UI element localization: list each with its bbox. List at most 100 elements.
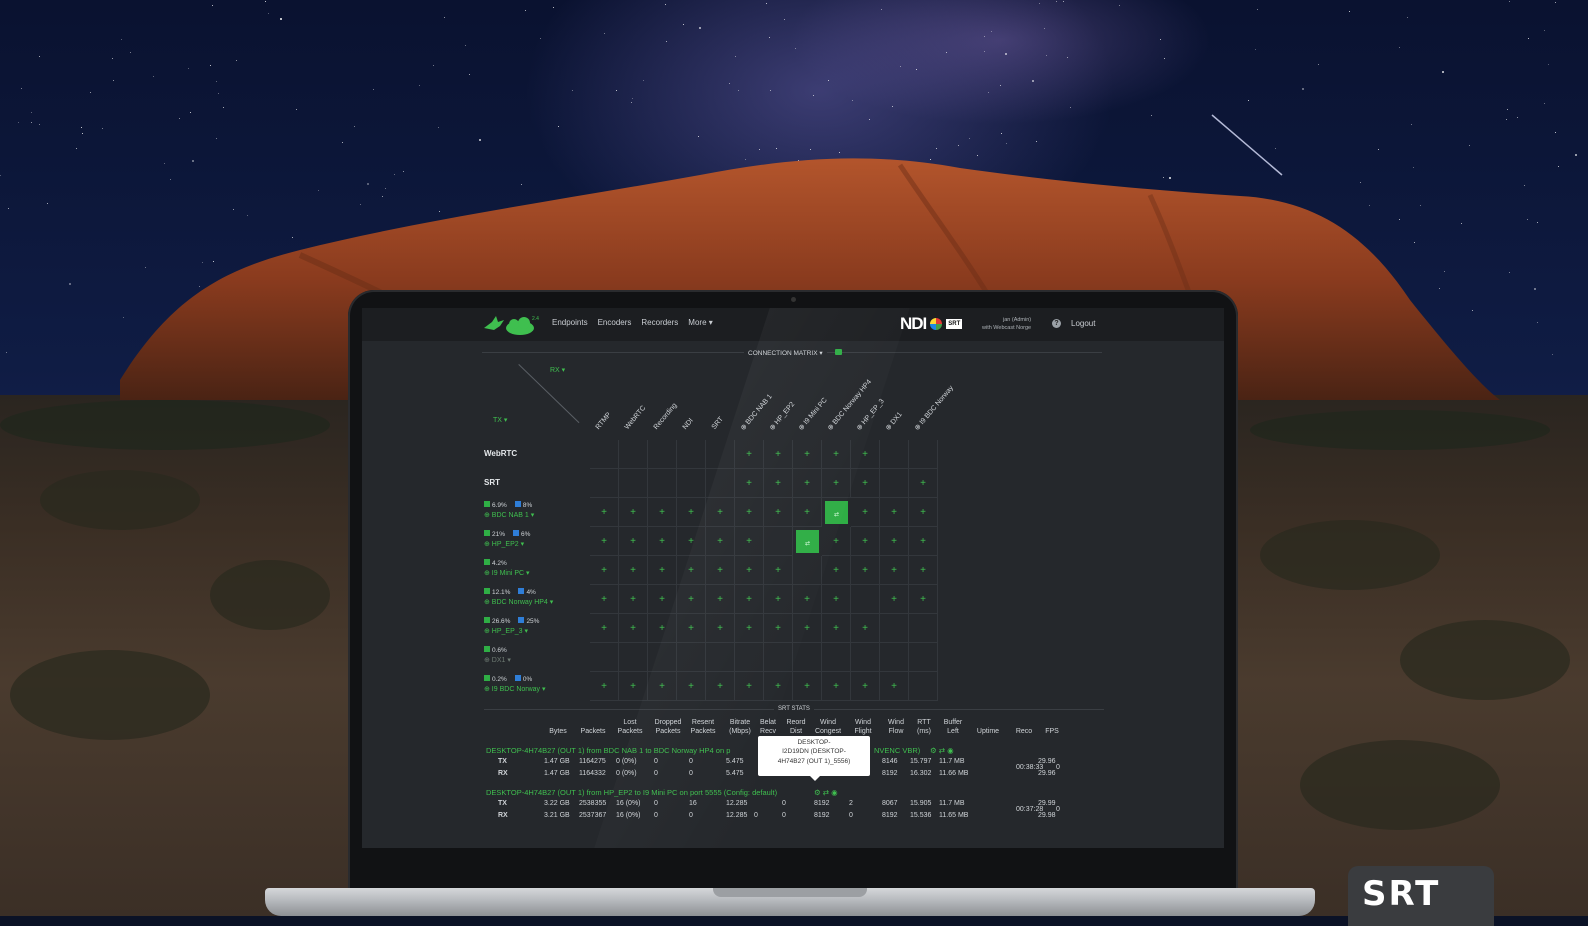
- matrix-row-header[interactable]: 0.6% ⊕ DX1 ▾: [484, 646, 576, 664]
- tx-dropdown[interactable]: TX ▾: [493, 416, 507, 424]
- matrix-cell-connect-button[interactable]: +: [909, 585, 938, 614]
- matrix-cell-connect-button[interactable]: +: [822, 469, 851, 498]
- matrix-cell-connect-button[interactable]: +: [822, 527, 851, 556]
- matrix-cell-connect-button[interactable]: +: [735, 527, 764, 556]
- matrix-cell-connect-button[interactable]: +: [851, 614, 880, 643]
- srt-stream-title[interactable]: DESKTOP-4H74B27 (OUT 1) from BDC NAB 1 t…: [486, 746, 730, 755]
- matrix-cell-connect-button[interactable]: +: [677, 585, 706, 614]
- matrix-cell-connect-button[interactable]: +: [590, 556, 619, 585]
- matrix-cell-connect-button[interactable]: +: [619, 527, 648, 556]
- endpoint-dropdown[interactable]: ⊕ I9 Mini PC ▾: [484, 569, 576, 577]
- matrix-cell-connect-button[interactable]: +: [909, 469, 938, 498]
- matrix-cell-connect-button[interactable]: +: [677, 672, 706, 701]
- matrix-column-header[interactable]: ⊕ DX1: [884, 410, 904, 432]
- endpoint-dropdown[interactable]: ⊕ BDC NAB 1 ▾: [484, 511, 576, 519]
- endpoint-dropdown[interactable]: ⊕ HP_EP_3 ▾: [484, 627, 576, 635]
- matrix-cell-connect-button[interactable]: +: [880, 585, 909, 614]
- matrix-cell-connect-button[interactable]: +: [851, 672, 880, 701]
- matrix-cell-connect-button[interactable]: +: [619, 556, 648, 585]
- endpoint-dropdown[interactable]: ⊕ I9 BDC Norway ▾: [484, 685, 576, 693]
- matrix-cell-connect-button[interactable]: +: [648, 672, 677, 701]
- matrix-row-header[interactable]: 0.2% 0% ⊕ I9 BDC Norway ▾: [484, 675, 576, 693]
- matrix-cell-connect-button[interactable]: +: [764, 556, 793, 585]
- matrix-cell-connect-button[interactable]: +: [764, 585, 793, 614]
- matrix-cell-connect-button[interactable]: +: [822, 556, 851, 585]
- matrix-cell-active-connection[interactable]: ⇄: [822, 498, 851, 527]
- matrix-cell-connect-button[interactable]: +: [764, 498, 793, 527]
- matrix-cell-connect-button[interactable]: +: [590, 585, 619, 614]
- matrix-cell-connect-button[interactable]: +: [677, 614, 706, 643]
- matrix-cell-connect-button[interactable]: +: [880, 527, 909, 556]
- endpoint-dropdown[interactable]: ⊕ DX1 ▾: [484, 656, 576, 664]
- matrix-cell-connect-button[interactable]: +: [851, 498, 880, 527]
- matrix-cell-connect-button[interactable]: +: [590, 614, 619, 643]
- matrix-cell-connect-button[interactable]: +: [822, 440, 851, 469]
- matrix-cell-connect-button[interactable]: +: [764, 672, 793, 701]
- matrix-cell-connect-button[interactable]: +: [735, 672, 764, 701]
- nav-recorders[interactable]: Recorders: [641, 318, 678, 327]
- matrix-cell-connect-button[interactable]: +: [648, 585, 677, 614]
- help-icon[interactable]: ?: [1052, 319, 1061, 328]
- matrix-cell-connect-button[interactable]: +: [619, 585, 648, 614]
- matrix-cell-connect-button[interactable]: +: [822, 585, 851, 614]
- matrix-cell-connect-button[interactable]: +: [648, 527, 677, 556]
- matrix-cell-connect-button[interactable]: +: [851, 469, 880, 498]
- matrix-cell-connect-button[interactable]: +: [880, 498, 909, 527]
- matrix-column-header[interactable]: ⊕ HP_EP_3: [855, 397, 886, 432]
- matrix-column-header[interactable]: ⊕ I9 BDC Norway: [913, 384, 955, 432]
- matrix-cell-connect-button[interactable]: +: [851, 556, 880, 585]
- matrix-cell-connect-button[interactable]: +: [793, 585, 822, 614]
- matrix-cell-connect-button[interactable]: +: [793, 469, 822, 498]
- matrix-cell-connect-button[interactable]: +: [706, 556, 735, 585]
- matrix-cell-connect-button[interactable]: +: [648, 556, 677, 585]
- endpoint-dropdown[interactable]: ⊕ BDC Norway HP4 ▾: [484, 598, 576, 606]
- matrix-cell-connect-button[interactable]: +: [735, 498, 764, 527]
- matrix-cell-connect-button[interactable]: +: [880, 672, 909, 701]
- matrix-cell-connect-button[interactable]: +: [590, 527, 619, 556]
- matrix-row-header[interactable]: 6.9% 8% ⊕ BDC NAB 1 ▾: [484, 501, 576, 519]
- stream-action-icons[interactable]: ⚙ ⇄ ◉: [814, 788, 838, 797]
- matrix-cell-connect-button[interactable]: +: [735, 440, 764, 469]
- nav-more-dropdown[interactable]: More ▾: [688, 318, 712, 327]
- matrix-cell-connect-button[interactable]: +: [706, 498, 735, 527]
- stream-action-icons[interactable]: ⚙ ⇄ ◉: [930, 746, 954, 755]
- matrix-cell-connect-button[interactable]: +: [706, 672, 735, 701]
- matrix-cell-connect-button[interactable]: +: [648, 614, 677, 643]
- matrix-cell-connect-button[interactable]: +: [793, 498, 822, 527]
- matrix-cell-connect-button[interactable]: +: [706, 585, 735, 614]
- matrix-cell-connect-button[interactable]: +: [677, 498, 706, 527]
- matrix-row-header[interactable]: 21% 6% ⊕ HP_EP2 ▾: [484, 530, 576, 548]
- matrix-cell-connect-button[interactable]: +: [590, 672, 619, 701]
- matrix-cell-connect-button[interactable]: +: [909, 556, 938, 585]
- bird-cloud-logo-icon[interactable]: 2.4: [482, 312, 542, 338]
- matrix-cell-connect-button[interactable]: +: [909, 527, 938, 556]
- matrix-cell-connect-button[interactable]: +: [735, 614, 764, 643]
- matrix-cell-connect-button[interactable]: +: [909, 498, 938, 527]
- matrix-cell-connect-button[interactable]: +: [735, 556, 764, 585]
- matrix-cell-connect-button[interactable]: +: [793, 672, 822, 701]
- matrix-cell-connect-button[interactable]: +: [822, 672, 851, 701]
- srt-stream-title[interactable]: DESKTOP-4H74B27 (OUT 1) from HP_EP2 to I…: [486, 788, 777, 797]
- matrix-cell-connect-button[interactable]: +: [735, 585, 764, 614]
- matrix-cell-connect-button[interactable]: +: [764, 469, 793, 498]
- matrix-cell-connect-button[interactable]: +: [735, 469, 764, 498]
- matrix-cell-connect-button[interactable]: +: [619, 614, 648, 643]
- matrix-cell-connect-button[interactable]: +: [706, 614, 735, 643]
- endpoint-dropdown[interactable]: ⊕ HP_EP2 ▾: [484, 540, 576, 548]
- nav-encoders[interactable]: Encoders: [598, 318, 632, 327]
- matrix-cell-connect-button[interactable]: +: [851, 527, 880, 556]
- matrix-cell-connect-button[interactable]: +: [764, 440, 793, 469]
- matrix-cell-connect-button[interactable]: +: [677, 556, 706, 585]
- nav-endpoints[interactable]: Endpoints: [552, 318, 588, 327]
- matrix-row-header[interactable]: 4.2% ⊕ I9 Mini PC ▾: [484, 559, 576, 577]
- matrix-cell-connect-button[interactable]: +: [706, 527, 735, 556]
- matrix-cell-connect-button[interactable]: +: [880, 556, 909, 585]
- matrix-cell-connect-button[interactable]: +: [793, 614, 822, 643]
- camera-icon[interactable]: [835, 349, 842, 355]
- matrix-cell-connect-button[interactable]: +: [677, 527, 706, 556]
- matrix-cell-connect-button[interactable]: +: [851, 440, 880, 469]
- matrix-column-header[interactable]: ⊕ HP_EP2: [768, 400, 797, 432]
- matrix-row-header[interactable]: 12.1% 4% ⊕ BDC Norway HP4 ▾: [484, 588, 576, 606]
- matrix-cell-connect-button[interactable]: +: [793, 440, 822, 469]
- matrix-cell-connect-button[interactable]: +: [822, 614, 851, 643]
